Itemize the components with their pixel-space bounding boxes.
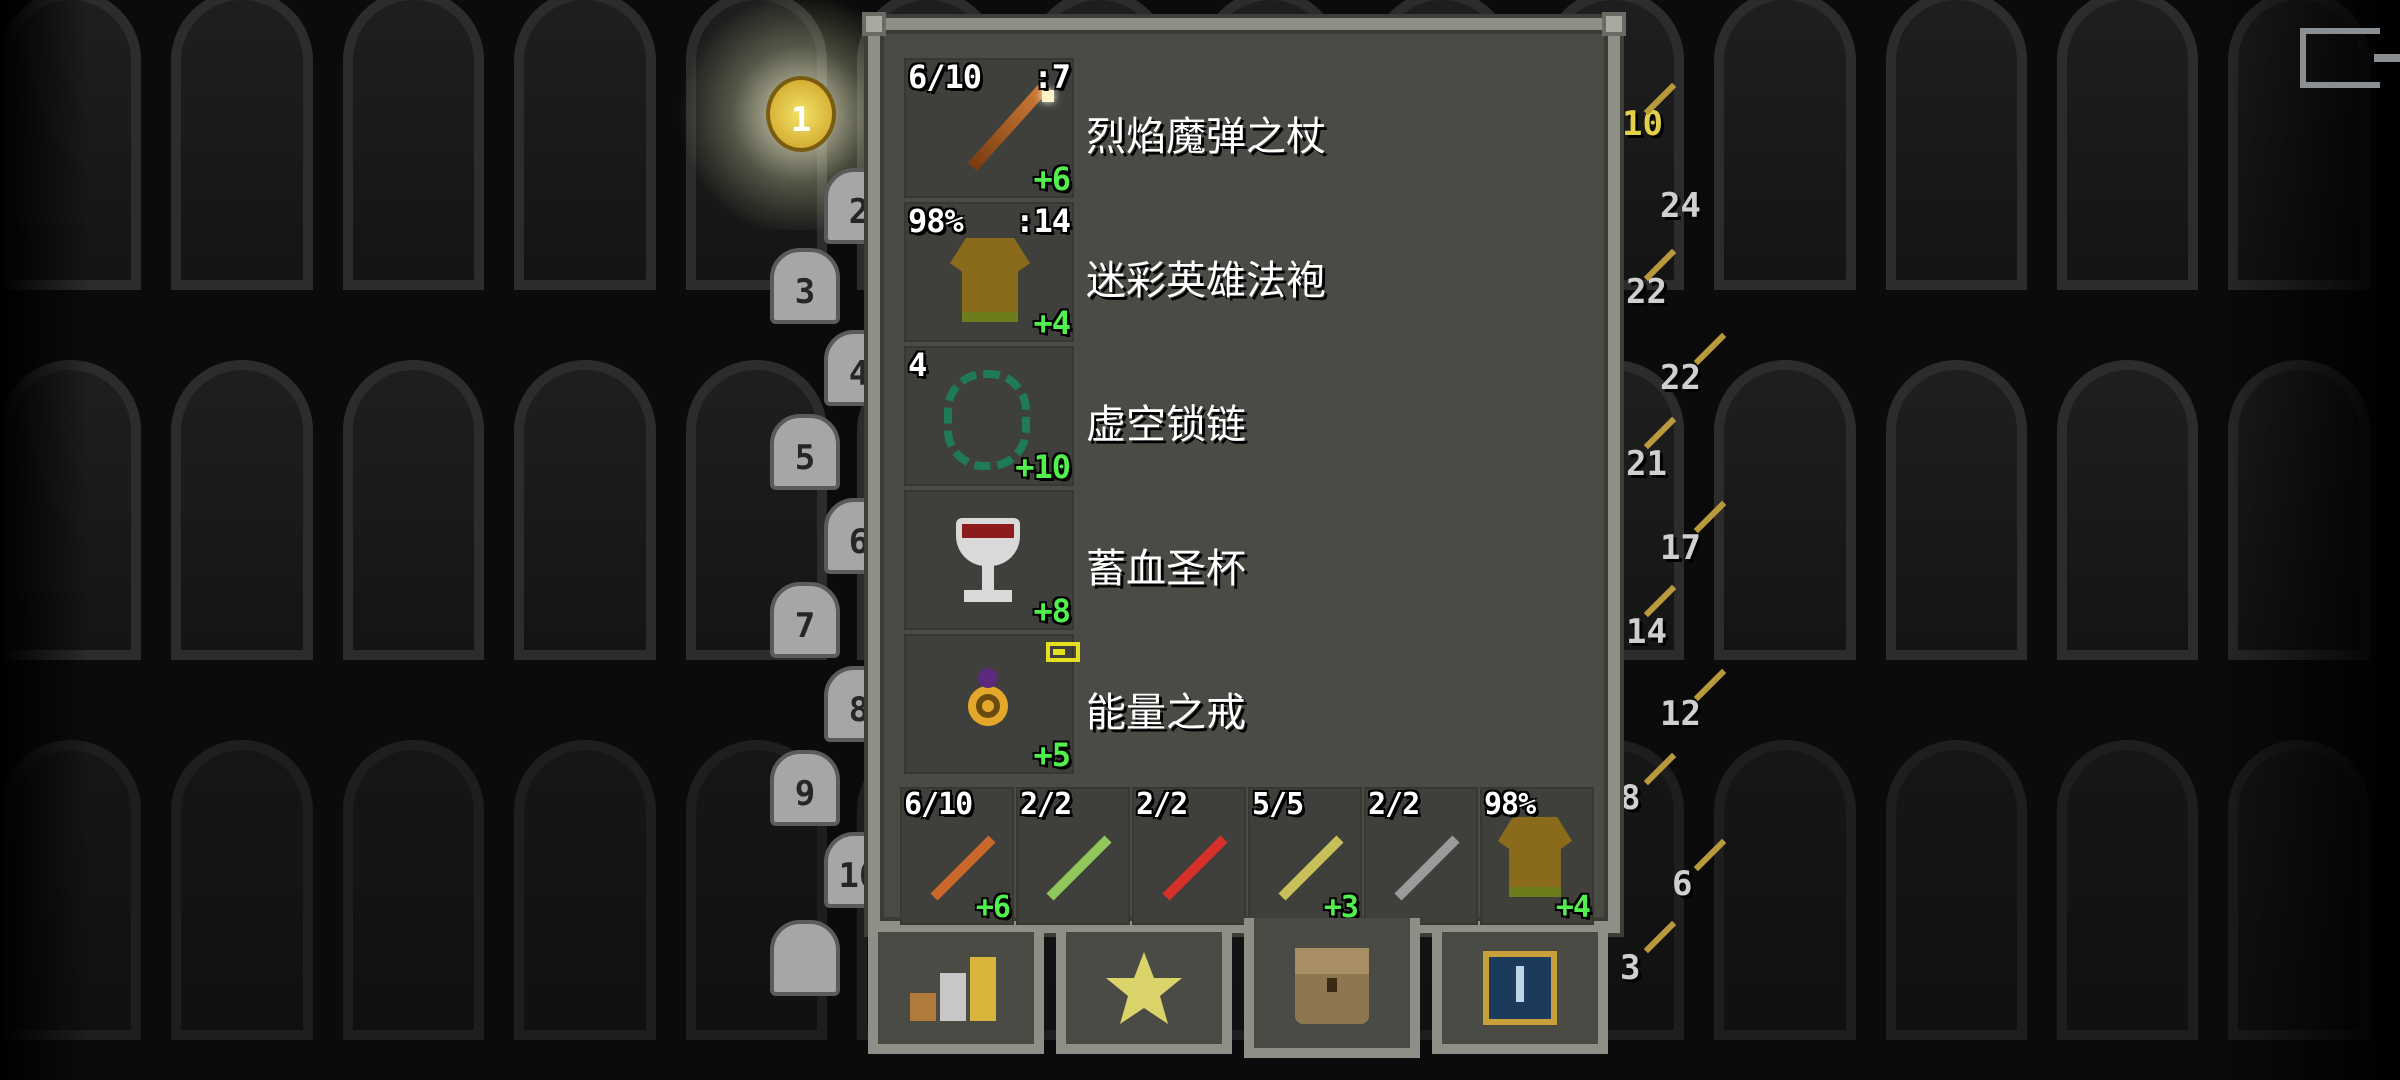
tab-stats[interactable] [868, 932, 1044, 1054]
item-name: 能量之戒 [1086, 690, 1246, 736]
item-row[interactable]: +5 能量之戒 [904, 634, 1604, 774]
right-number: 6 [1672, 864, 1693, 904]
quickslot-charges: 2/2 [1368, 787, 1420, 822]
item-level-tag: :14 [1015, 202, 1071, 240]
quickslot-charges: 5/5 [1252, 787, 1304, 822]
tab-rankings[interactable] [1432, 932, 1608, 1054]
item-upgrade: +10 [1015, 448, 1071, 486]
depth-marker[interactable]: 7 [770, 582, 840, 658]
item-charges: 98% [908, 202, 964, 240]
depth-marker[interactable]: 3 [770, 248, 840, 324]
quickslot-charges: 98% [1484, 787, 1536, 822]
tab-badges[interactable] [1056, 932, 1232, 1054]
item-row[interactable]: 4 +10 虚空锁链 [904, 346, 1604, 486]
green-wand-icon [1046, 835, 1112, 901]
right-number: 12 [1660, 694, 1701, 734]
depth-marker[interactable]: 9 [770, 750, 840, 826]
robe-icon [950, 238, 1030, 322]
right-number: 24 [1660, 186, 1701, 226]
item-row[interactable]: 6/10 :7 +6 烈焰魔弹之杖 [904, 58, 1604, 198]
depth-marker[interactable]: 1 [766, 76, 836, 152]
star-icon [1106, 952, 1182, 1024]
right-number: 22 [1660, 358, 1701, 398]
item-charges: 4 [908, 346, 927, 384]
item-name: 虚空锁链 [1086, 402, 1246, 448]
item-name: 烈焰魔弹之杖 [1086, 114, 1326, 160]
item-upgrade: +8 [1033, 592, 1071, 630]
grey-wand-icon [1394, 835, 1460, 901]
tab-bar [868, 918, 1620, 1058]
item-name: 蓄血圣杯 [1086, 546, 1246, 592]
quickslot-charges: 6/10 [904, 787, 973, 822]
exit-icon[interactable] [2300, 28, 2400, 88]
item-row[interactable]: 98% :14 +4 迷彩英雄法袍 [904, 202, 1604, 342]
stats-icon [910, 957, 996, 1021]
quickslot[interactable]: 98% +4 [1480, 787, 1594, 925]
item-level-tag: :7 [1033, 58, 1071, 96]
quickslot[interactable]: 2/2 [1364, 787, 1478, 925]
right-number: 10 [1622, 104, 1663, 144]
right-number: 14 [1626, 612, 1667, 652]
quickslot[interactable]: 2/2 [1016, 787, 1130, 925]
item-upgrade: +4 [1033, 304, 1071, 342]
right-number: 3 [1620, 948, 1641, 988]
robe-icon [1498, 817, 1572, 897]
quickslot[interactable]: 2/2 [1132, 787, 1246, 925]
ring-icon [968, 686, 1008, 726]
tab-backpack[interactable] [1244, 918, 1420, 1058]
item-upgrade: +6 [1033, 160, 1071, 198]
red-wand-icon [1162, 835, 1228, 901]
item-slot[interactable]: +8 [904, 490, 1074, 630]
quickslot-bar: 6/10 +6 2/2 2/2 5/5 +3 2/2 98% +4 [900, 787, 1600, 925]
backpack-icon [1295, 948, 1369, 1024]
grave-icon [770, 920, 840, 996]
item-name: 迷彩英雄法袍 [1086, 258, 1326, 304]
depth-marker[interactable]: 5 [770, 414, 840, 490]
quickslot[interactable]: 6/10 +6 [900, 787, 1014, 925]
item-slot[interactable]: 4 +10 [904, 346, 1074, 486]
item-row[interactable]: +8 蓄血圣杯 [904, 490, 1604, 630]
quickslot-charges: 2/2 [1020, 787, 1072, 822]
quickslot[interactable]: 5/5 +3 [1248, 787, 1362, 925]
rank-icon [1483, 951, 1557, 1025]
item-charges: 6/10 [908, 58, 982, 96]
battery-icon [1046, 642, 1080, 662]
item-slot[interactable]: 98% :14 +4 [904, 202, 1074, 342]
item-upgrade: +5 [1033, 736, 1071, 774]
right-number: 17 [1660, 528, 1701, 568]
quickslot-charges: 2/2 [1136, 787, 1188, 822]
inventory-panel: 6/10 :7 +6 烈焰魔弹之杖 98% :14 +4 迷彩英雄法袍 4 +1… [862, 12, 1626, 933]
right-number: 21 [1626, 444, 1667, 484]
item-slot[interactable]: 6/10 :7 +6 [904, 58, 1074, 198]
item-slot[interactable]: +5 [904, 634, 1080, 774]
right-number: 8 [1620, 778, 1641, 818]
